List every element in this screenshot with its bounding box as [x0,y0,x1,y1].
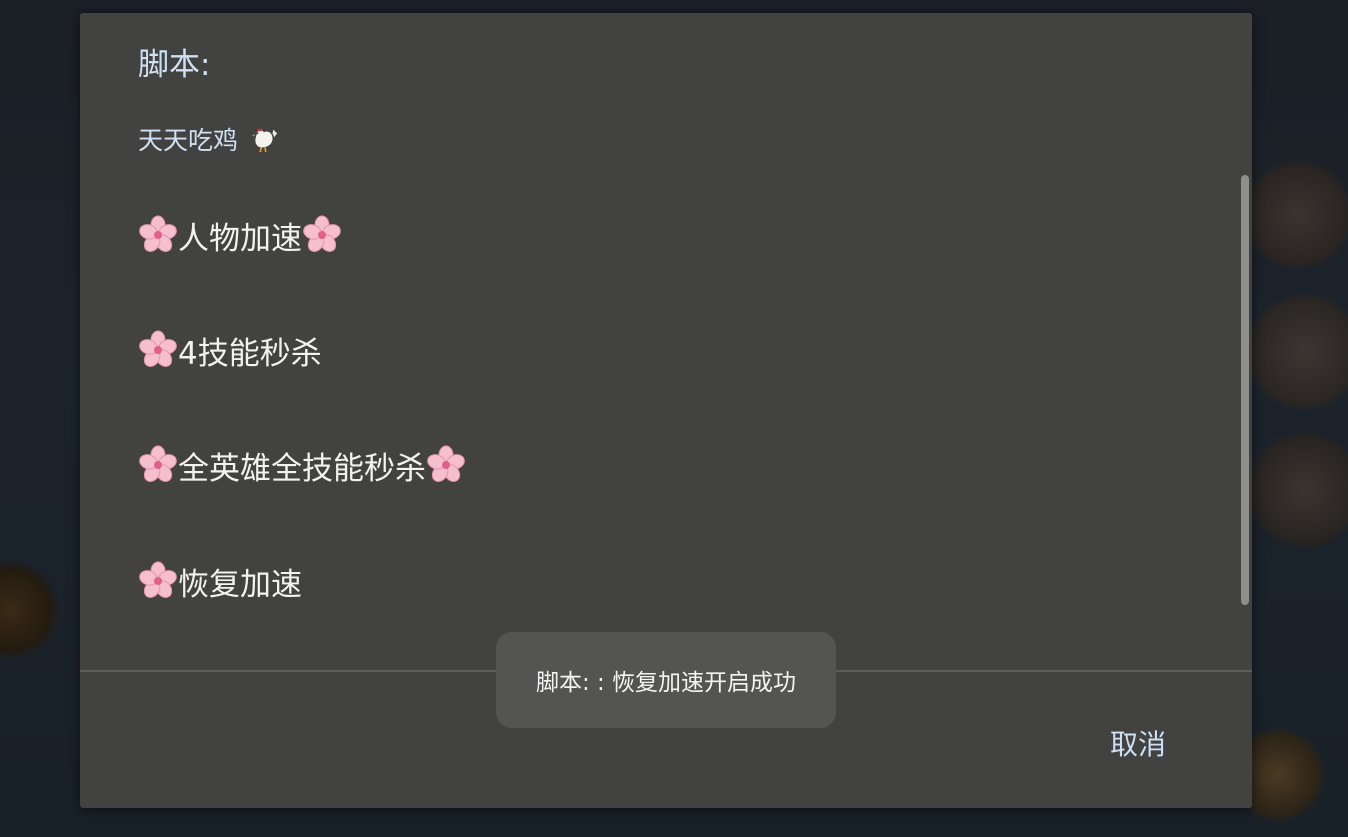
cherry-blossom-icon [139,445,177,482]
menu-item-label: 人物加速 [178,220,302,257]
dialog-message: 天天吃鸡 [138,121,279,157]
hen-icon [251,128,278,153]
menu-item-label: 恢复加速 [178,566,302,603]
menu-item-label: 4技能秒杀 [178,335,322,372]
cherry-blossom-icon [427,445,465,482]
cancel-button[interactable]: 取消 [1110,723,1166,763]
cherry-blossom-icon [303,215,341,252]
cherry-blossom-icon [139,561,177,598]
cherry-blossom-icon [139,215,177,252]
menu-item-restore-speed[interactable]: 恢复加速 [138,556,302,606]
menu-item-character-speed[interactable]: 人物加速 [138,210,342,260]
toast-notification: 脚本: : 恢复加速开启成功 [496,632,836,728]
menu-item-all-heroes-kill[interactable]: 全英雄全技能秒杀 [138,440,466,490]
scrollbar[interactable] [1241,175,1249,605]
dialog-message-text: 天天吃鸡 [138,126,239,155]
menu-item-label: 全英雄全技能秒杀 [178,450,426,487]
dialog-title: 脚本: [138,47,211,83]
menu-item-skill4-kill[interactable]: 4技能秒杀 [138,325,322,375]
cherry-blossom-icon [139,330,177,367]
toast-text: 脚本: : 恢复加速开启成功 [535,670,797,696]
